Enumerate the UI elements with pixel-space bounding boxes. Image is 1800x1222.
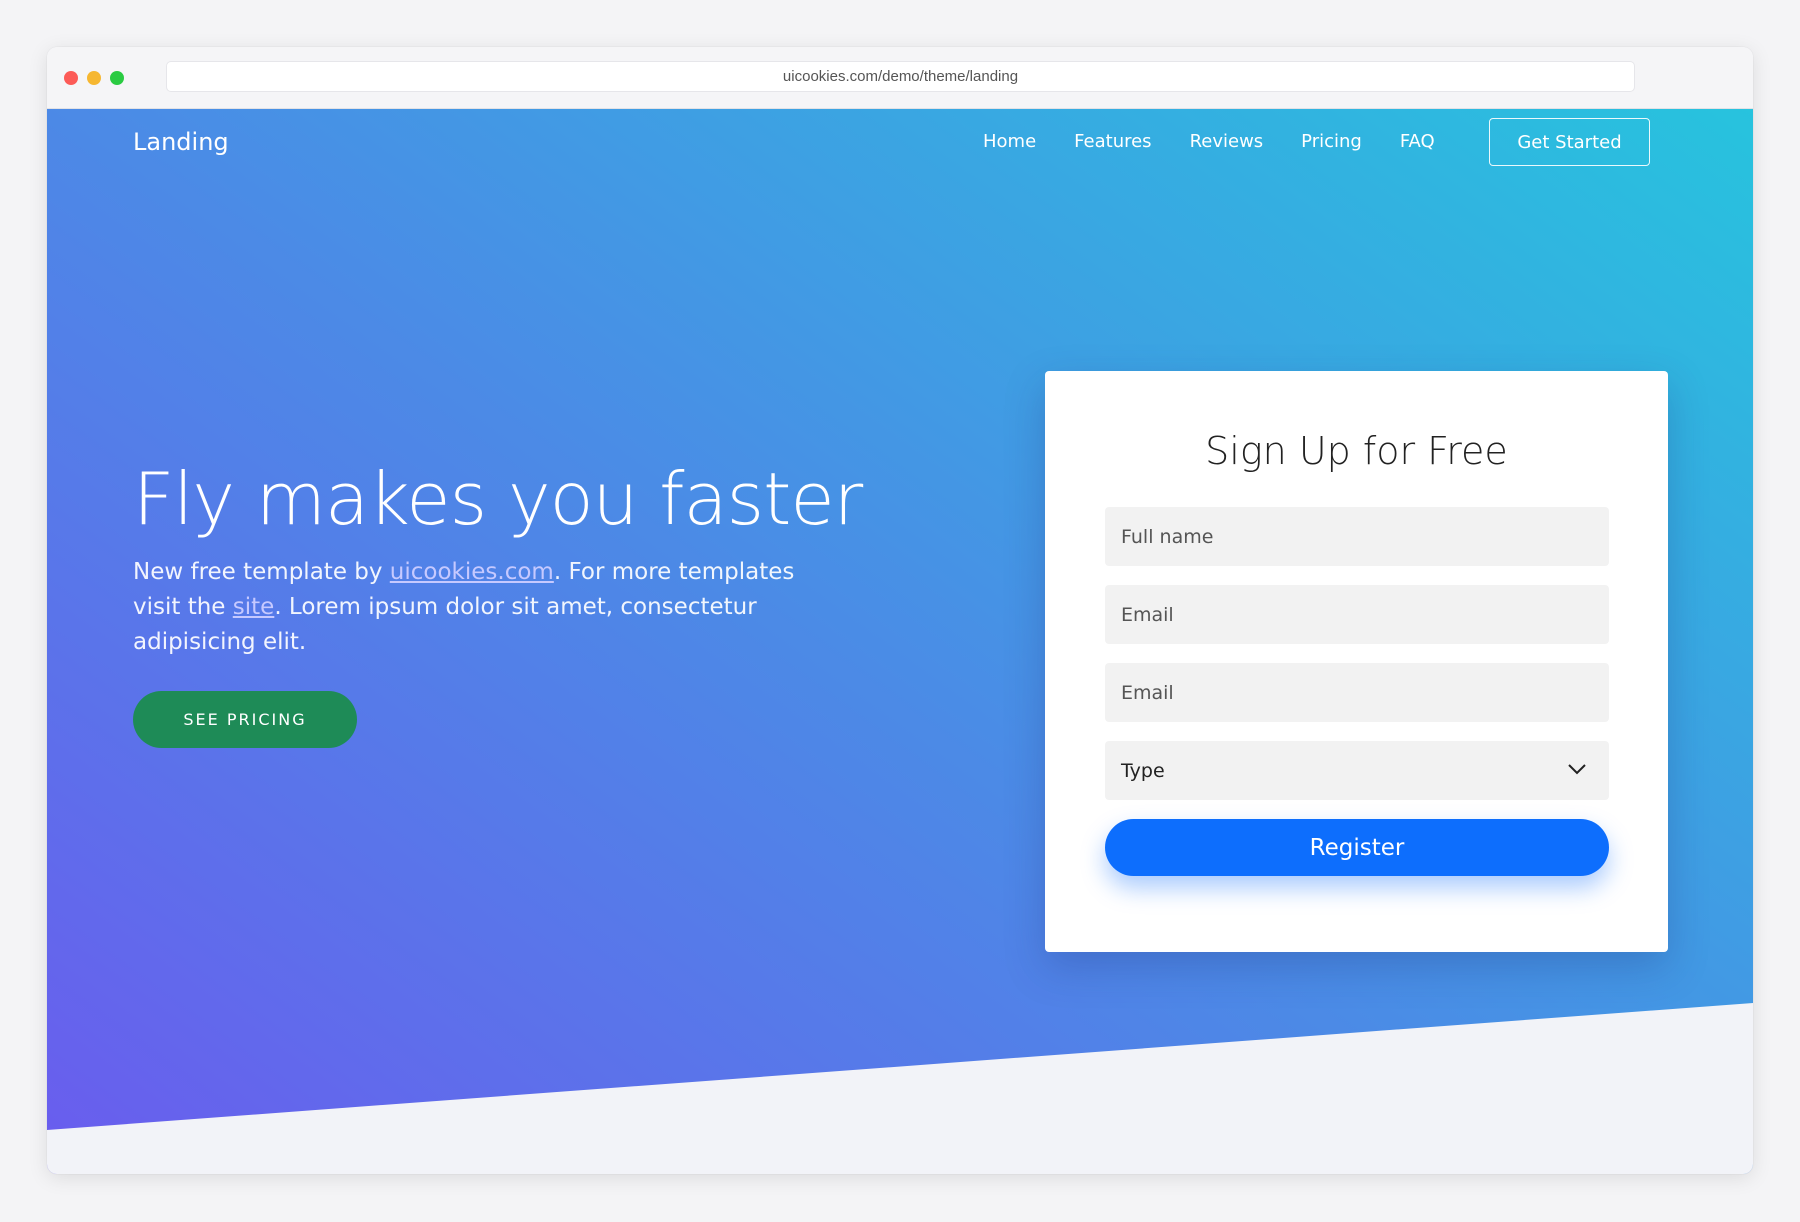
site-link[interactable]: site <box>233 594 275 620</box>
email-confirm-field[interactable] <box>1105 663 1609 722</box>
signup-title: Sign Up for Free <box>1205 429 1508 473</box>
nav-link-reviews[interactable]: Reviews <box>1190 131 1264 153</box>
lead-text-part: New free template by <box>133 559 390 585</box>
get-started-button[interactable]: Get Started <box>1489 118 1650 166</box>
full-name-field[interactable] <box>1105 507 1609 566</box>
register-button[interactable]: Register <box>1105 819 1609 876</box>
uicookies-link[interactable]: uicookies.com <box>390 559 554 585</box>
maximize-window-icon[interactable] <box>110 71 124 85</box>
address-bar[interactable]: uicookies.com/demo/theme/landing <box>166 61 1635 92</box>
minimize-window-icon[interactable] <box>87 71 101 85</box>
nav-link-features[interactable]: Features <box>1074 131 1151 153</box>
hero-headline: Fly makes you faster <box>133 457 863 541</box>
email-field[interactable] <box>1105 585 1609 644</box>
chevron-down-icon <box>1568 764 1586 775</box>
brand-logo[interactable]: Landing <box>133 127 229 157</box>
hero-lead-text: New free template by uicookies.com. For … <box>133 555 833 660</box>
type-select-label: Type <box>1121 759 1165 782</box>
browser-window: uicookies.com/demo/theme/landing Landing… <box>47 47 1753 1174</box>
main-nav: Home Features Reviews Pricing FAQ <box>983 131 1473 153</box>
close-window-icon[interactable] <box>64 71 78 85</box>
browser-titlebar: uicookies.com/demo/theme/landing <box>47 47 1753 109</box>
see-pricing-button[interactable]: SEE PRICING <box>133 691 357 748</box>
signup-card: Sign Up for Free Type Register <box>1045 371 1668 952</box>
type-select[interactable]: Type <box>1105 741 1609 800</box>
nav-link-pricing[interactable]: Pricing <box>1301 131 1362 153</box>
nav-link-home[interactable]: Home <box>983 131 1036 153</box>
landing-page: Landing Home Features Reviews Pricing FA… <box>47 109 1753 1174</box>
nav-link-faq[interactable]: FAQ <box>1400 131 1435 153</box>
